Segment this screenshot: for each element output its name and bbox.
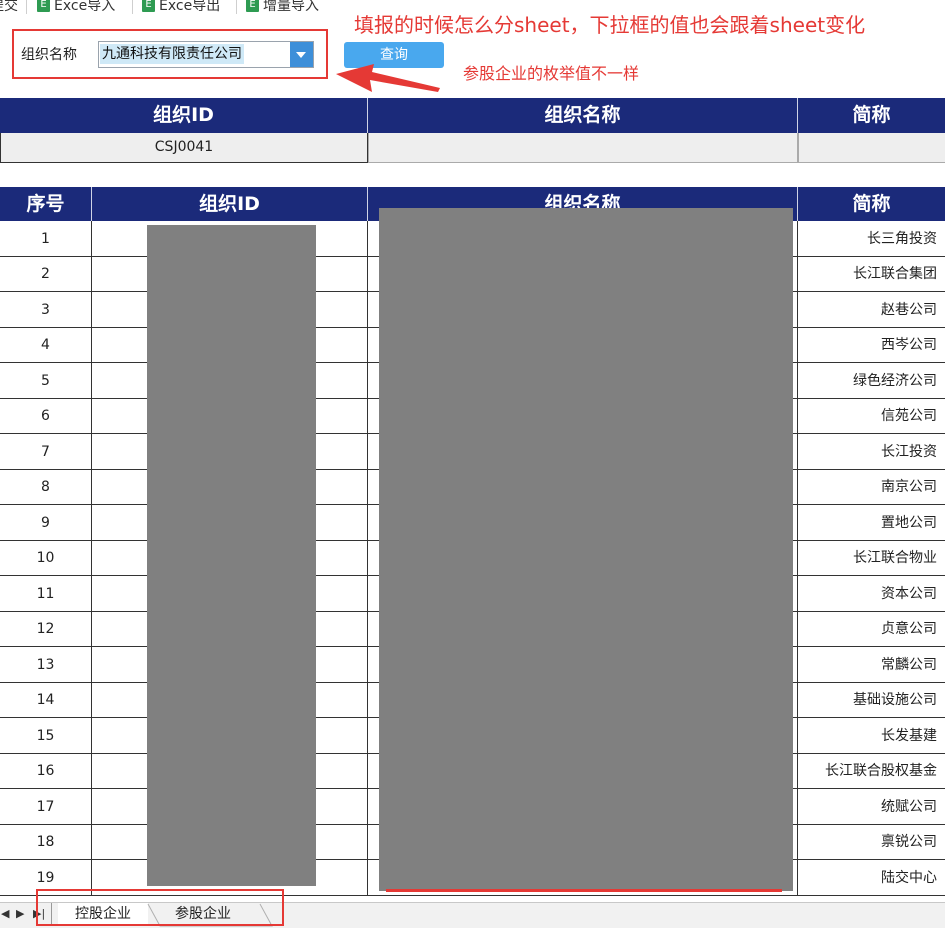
sheet-tab-outlines: [147, 903, 273, 927]
tabs-highlight-box: [36, 889, 284, 926]
